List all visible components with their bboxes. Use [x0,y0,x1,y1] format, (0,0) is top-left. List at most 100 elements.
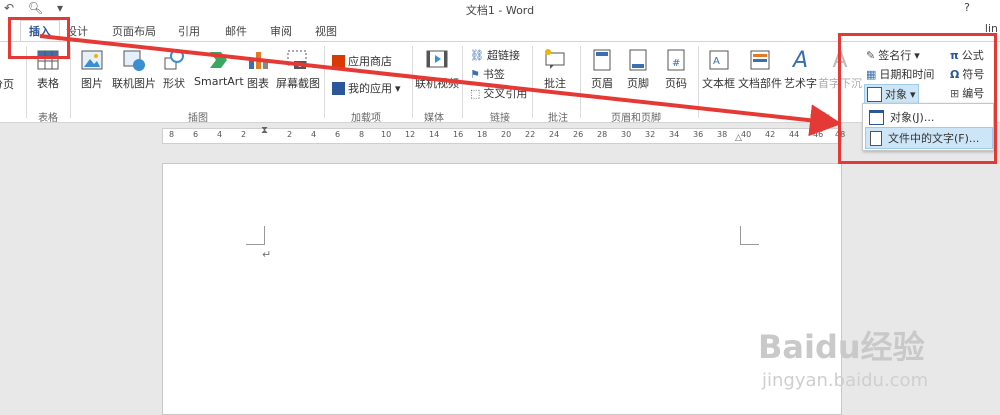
chart-label: 图表 [247,77,269,90]
store-button[interactable]: 应用商店 [332,53,392,69]
separator [580,46,581,118]
textbox-button[interactable]: A 文本框 [702,48,735,91]
online-picture-label: 联机图片 [112,77,156,90]
bookmark-label: 书签 [482,68,505,81]
group-label-tables: 表格 [38,113,58,124]
group-label-text: 文本 [810,113,830,124]
right-indent-marker-icon[interactable]: △ [735,133,742,143]
tab-review[interactable]: 审阅 [270,23,292,39]
document-page[interactable] [162,163,842,415]
comment-label: 批注 [544,77,566,90]
separator [698,46,699,118]
ruler-tick: 4 [311,130,317,139]
hyperlink-button[interactable]: ⛓ 超链接 [470,47,520,63]
my-apps-icon [332,81,345,95]
footer-label: 页脚 [627,77,649,90]
page-number-label: 页码 [665,77,687,90]
ruler-tick: 16 [453,130,464,139]
ruler-tick: 44 [789,130,800,139]
tab-references[interactable]: 引用 [178,23,200,39]
store-label: 应用商店 [348,55,392,68]
crossref-icon: ⬚ [470,86,481,100]
ruler-tick: 8 [359,130,365,139]
online-video-button[interactable]: 联机视频 [415,48,459,91]
page-number-button[interactable]: # 页码 [664,48,688,91]
ruler-tick: 26 [573,130,584,139]
ruler-tick: 28 [597,130,608,139]
quick-parts-icon [750,50,770,70]
group-label-illustrations: 插图 [188,113,208,124]
annotation-box-insert-tab [8,17,70,59]
online-video-label: 联机视频 [415,77,459,90]
tab-mailings[interactable]: 邮件 [225,23,247,39]
shapes-label: 形状 [163,77,185,90]
ruler-tick: 4 [217,130,223,139]
separator [532,46,533,118]
table-label: 表格 [37,77,59,90]
margin-corner [740,226,759,245]
ruler-tick: 38 [717,130,728,139]
group-label-comments: 批注 [548,113,568,124]
my-apps-label: 我的应用 [348,82,392,95]
baidu-watermark-url: jingyan.baidu.com [762,370,929,391]
group-label-addins: 加载项 [351,113,381,124]
window-title: 文档1 - Word [465,4,535,17]
wordart-icon: A [792,48,809,73]
hyperlink-icon: ⛓ [470,48,484,62]
group-label-media: 媒体 [424,113,444,124]
ruler-tick: 12 [405,130,416,139]
bookmark-icon: ⚑ [470,67,480,81]
ruler-tick: 22 [525,130,536,139]
comment-icon [545,49,565,69]
footer-button[interactable]: 页脚 [626,48,650,91]
help-button[interactable]: ? [964,1,970,14]
crossref-button[interactable]: ⬚ 交叉引用 [470,85,527,101]
ruler-tick: 42 [765,130,776,139]
ruler-tick: 24 [549,130,560,139]
online-picture-button[interactable]: 联机图片 [112,48,156,91]
ruler-tick: 36 [693,130,704,139]
page-break-button[interactable]: 分页 [0,76,14,92]
separator [412,46,413,118]
smartart-icon [209,52,227,68]
horizontal-ruler[interactable]: 8 6 4 2 2 4 6 8 10 12 14 16 18 20 22 24 … [162,125,845,144]
tab-layout[interactable]: 页面布局 [112,23,156,39]
my-apps-button[interactable]: 我的应用 ▾ [332,80,401,96]
hyperlink-label: 超链接 [486,49,520,62]
ruler-tick: 30 [621,130,632,139]
chart-button[interactable]: 图表 [246,48,270,91]
picture-label: 图片 [81,77,103,90]
paragraph-mark: ↵ [262,248,272,261]
title-bar: ↶ 🔍︎ ▾ 文档1 - Word ? [0,0,1000,18]
smartart-button[interactable]: SmartArt [194,48,244,88]
header-button[interactable]: 页眉 [590,48,614,91]
picture-button[interactable]: 图片 [80,48,104,91]
tab-view[interactable]: 视图 [315,23,337,39]
ruler-tick: 6 [335,130,341,139]
header-icon [593,49,611,71]
ruler-tick: 20 [501,130,512,139]
shapes-button[interactable]: 形状 [162,48,186,91]
group-label-links: 链接 [490,113,510,124]
footer-icon [629,49,647,71]
svg-text:#: # [672,58,680,69]
online-picture-icon [123,50,145,71]
bookmark-button[interactable]: ⚑ 书签 [470,66,505,82]
ruler-tick: 18 [477,130,488,139]
ruler-tick: 10 [381,130,392,139]
header-label: 页眉 [591,77,613,90]
ruler-tick: 8 [169,130,175,139]
ruler-tick: 34 [669,130,680,139]
quick-parts-button[interactable]: 文档部件 [738,48,782,91]
store-icon [332,54,345,68]
screenshot-button[interactable]: 屏幕截图 [276,48,320,91]
group-label-header-footer: 页眉和页脚 [611,113,661,124]
indent-marker-icon[interactable]: ⧗ [261,125,268,136]
ruler-tick: 14 [429,130,440,139]
chevron-down-icon: ▾ [395,81,401,95]
comment-button[interactable]: 批注 [543,48,567,91]
quick-parts-label: 文档部件 [738,77,782,90]
ruler-tick: 32 [645,130,656,139]
wordart-button[interactable]: A 艺术字 [784,48,817,91]
margin-corner [246,226,265,245]
